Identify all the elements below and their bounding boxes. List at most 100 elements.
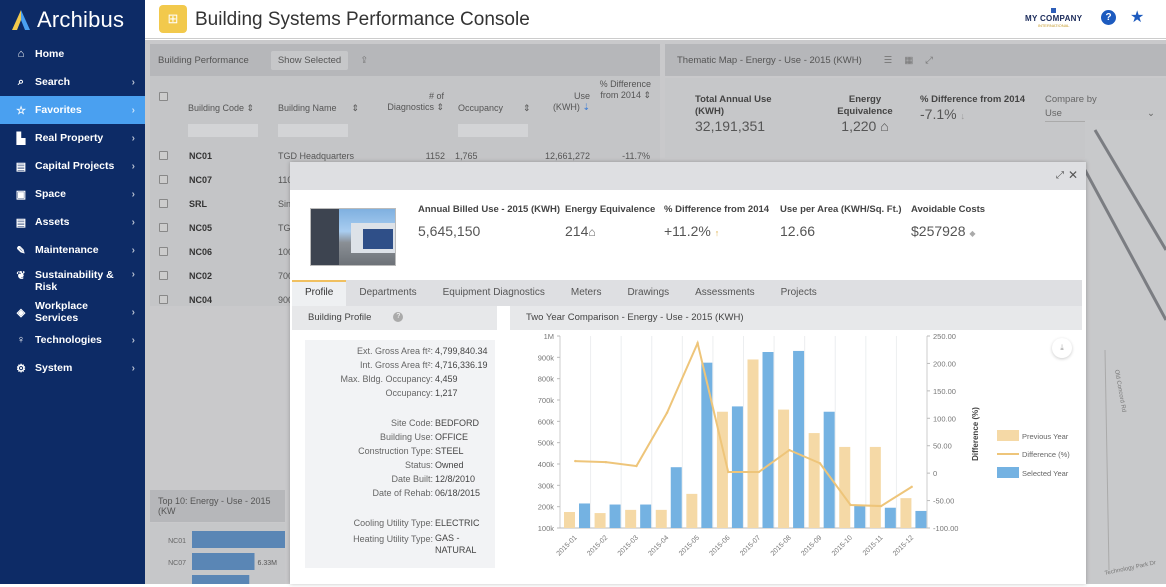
sidebar-item-system[interactable]: ⚙ System › (0, 354, 145, 382)
sidebar-item-home[interactable]: ⌂ Home (0, 40, 145, 68)
difference-point[interactable] (727, 470, 730, 474)
top10-bar[interactable] (192, 531, 317, 548)
select-all-checkbox[interactable] (159, 92, 168, 101)
difference-point[interactable] (665, 411, 669, 414)
tab-projects[interactable]: Projects (768, 280, 830, 306)
filter-occupancy[interactable] (458, 124, 528, 137)
bar-selected-year[interactable] (640, 504, 652, 528)
sidebar-item-real-property[interactable]: ▙ Real Property › (0, 124, 145, 152)
bar-previous-year[interactable] (625, 509, 637, 528)
help-icon[interactable]: ? (393, 312, 404, 323)
difference-point[interactable] (757, 470, 760, 474)
col-building-name[interactable]: Building Name ⇕ (278, 103, 359, 114)
row-checkbox[interactable] (159, 271, 168, 280)
bar-selected-year[interactable] (854, 505, 866, 528)
sidebar-item-maintenance[interactable]: ✎ Maintenance › (0, 236, 145, 264)
bar-previous-year[interactable] (839, 446, 851, 528)
bar-selected-year[interactable] (915, 510, 927, 528)
bar-selected-year[interactable] (701, 362, 713, 528)
company-logo: MY COMPANY INTERNATIONAL (1025, 8, 1082, 28)
sidebar-item-space[interactable]: ▣ Space › (0, 180, 145, 208)
sidebar-item-favorites[interactable]: ☆ Favorites › (0, 96, 145, 124)
difference-point[interactable] (818, 462, 822, 465)
bar-selected-year[interactable] (884, 507, 896, 528)
services-icon: ◈ (16, 306, 26, 319)
logo[interactable]: Archibus (0, 0, 145, 40)
row-checkbox[interactable] (159, 295, 168, 304)
bar-selected-year[interactable] (579, 503, 590, 528)
thematic-map[interactable]: Old Concord Rd Technology Park Dr (1085, 120, 1166, 584)
bar-previous-year[interactable] (900, 498, 912, 528)
bar-previous-year[interactable] (655, 509, 667, 528)
arrow-down-icon: ↓ (960, 111, 965, 121)
bar-selected-year[interactable] (670, 467, 682, 528)
chevron-right-icon: › (131, 216, 135, 228)
sidebar-item-label: Search (35, 76, 71, 88)
tab-drawings[interactable]: Drawings (614, 280, 682, 306)
col-diagnostics[interactable]: # of Diagnostics ⇕ (382, 91, 444, 113)
favorites-star-icon[interactable]: ★ (1130, 7, 1144, 27)
col-diff-2014[interactable]: % Difference from 2014 ⇕ (595, 79, 651, 101)
col-occupancy[interactable]: Occupancy ⇕ (458, 103, 531, 114)
top10-bar[interactable] (192, 575, 250, 587)
row-checkbox[interactable] (159, 223, 168, 232)
expand-icon[interactable]: ⤢ (1056, 170, 1064, 181)
bar-previous-year[interactable] (686, 493, 698, 528)
difference-point[interactable] (574, 459, 577, 463)
filter-building-code[interactable] (188, 124, 258, 137)
x-tick-label: 2015-12 (892, 534, 915, 557)
sidebar-item-assets[interactable]: ▤ Assets › (0, 208, 145, 236)
top10-bar[interactable] (192, 553, 255, 570)
download-icon[interactable]: ⤓ (1052, 338, 1072, 358)
tab-assessments[interactable]: Assessments (682, 280, 767, 306)
difference-point[interactable] (788, 448, 791, 452)
difference-point[interactable] (696, 341, 699, 345)
bar-previous-year[interactable] (778, 409, 790, 528)
difference-point[interactable] (879, 504, 883, 508)
company-name: MY COMPANY (1025, 14, 1083, 23)
sidebar-item-label: Sustainability & Risk (35, 269, 114, 293)
col-use-kwh[interactable]: Use (KWH) ⇣ (545, 91, 590, 113)
difference-point[interactable] (635, 464, 638, 468)
export-icon[interactable]: ⇪ (360, 55, 368, 66)
row-checkbox[interactable] (159, 247, 168, 256)
sidebar-item-technologies[interactable]: ♀ Technologies › (0, 326, 145, 354)
help-icon[interactable]: ? (1101, 10, 1116, 25)
chart-title: Two Year Comparison - Energy - Use - 201… (526, 312, 744, 323)
difference-point[interactable] (910, 485, 913, 489)
row-checkbox[interactable] (159, 151, 168, 160)
row-checkbox[interactable] (159, 175, 168, 184)
grid-icon[interactable]: ▦ (904, 55, 925, 66)
sidebar-item-search[interactable]: ⌕ Search › (0, 68, 145, 96)
difference-point[interactable] (849, 503, 852, 507)
close-icon[interactable]: ✕ (1068, 168, 1078, 182)
tab-profile[interactable]: Profile (292, 280, 347, 306)
sidebar-item-sustainability-risk[interactable]: ❦ Sustainability & Risk › (0, 264, 145, 298)
bar-previous-year[interactable] (869, 446, 881, 528)
tab-meters[interactable]: Meters (558, 280, 615, 306)
bar-previous-year[interactable] (594, 513, 606, 528)
sidebar-item-workplace-services[interactable]: ◈ Workplace Services › (0, 298, 145, 326)
tab-departments[interactable]: Departments (346, 280, 429, 306)
bar-selected-year[interactable] (731, 406, 743, 528)
list-icon[interactable]: ☰ (884, 55, 905, 66)
sidebar-item-capital-projects[interactable]: ▤ Capital Projects › (0, 152, 145, 180)
bar-selected-year[interactable] (793, 350, 805, 528)
col-building-code[interactable]: Building Code ⇕ (188, 103, 254, 114)
bar-previous-year[interactable] (564, 512, 575, 528)
profile-label: Max. Bldg. Occupancy: (340, 374, 433, 384)
expand-icon[interactable]: ⤢ (925, 55, 945, 66)
bar-selected-year[interactable] (762, 352, 774, 528)
bar-previous-year[interactable] (747, 359, 759, 528)
chevron-right-icon: › (131, 188, 135, 200)
row-checkbox[interactable] (159, 199, 168, 208)
x-tick-label: 2015-04 (647, 534, 670, 557)
bar-previous-year[interactable] (808, 433, 820, 528)
tab-equipment-diagnostics[interactable]: Equipment Diagnostics (430, 280, 558, 306)
bar-selected-year[interactable] (609, 504, 621, 528)
filter-building-name[interactable] (278, 124, 348, 137)
profile-value: GAS - NATURAL (435, 533, 477, 555)
difference-point[interactable] (604, 460, 608, 464)
show-selected-button[interactable]: Show Selected (270, 50, 349, 70)
chevron-right-icon: › (131, 76, 135, 88)
